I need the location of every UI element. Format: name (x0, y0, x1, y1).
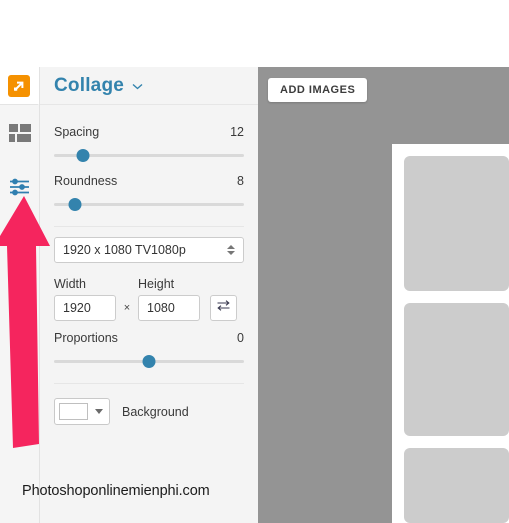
panel-header[interactable]: Collage (40, 67, 258, 105)
app-logo[interactable] (0, 67, 39, 105)
image-cell[interactable] (404, 448, 509, 523)
red-up-arrow-annotation (0, 196, 56, 448)
canvas-area[interactable]: ADD IMAGES (258, 67, 509, 523)
roundness-slider-track (54, 203, 244, 206)
caret-down-icon[interactable] (95, 409, 103, 414)
sidebar-item-layouts[interactable] (0, 113, 39, 153)
background-label: Background (122, 404, 189, 419)
divider-2 (54, 383, 244, 384)
divider (54, 226, 244, 227)
roundness-slider-thumb[interactable] (68, 198, 82, 211)
chevron-down-icon[interactable] (132, 79, 143, 92)
top-blank-area (0, 0, 509, 67)
image-cell[interactable] (404, 303, 509, 436)
dimension-labels: Width Height (54, 277, 244, 291)
spinner-arrows-icon[interactable] (227, 245, 235, 255)
spacing-row: Spacing 12 (54, 125, 244, 139)
width-label: Width (54, 277, 86, 291)
watermark-text: Photoshoponlinemienphi.com (22, 483, 210, 499)
roundness-value: 8 (237, 174, 244, 188)
times-symbol: × (123, 302, 131, 314)
color-swatch (59, 403, 88, 420)
spacing-slider-thumb[interactable] (76, 149, 89, 162)
background-row: Background (54, 398, 244, 425)
spacing-slider[interactable] (54, 146, 244, 164)
sliders-icon (9, 178, 31, 196)
proportions-value: 0 (237, 331, 244, 345)
proportions-label: Proportions (54, 331, 118, 345)
roundness-label: Roundness (54, 174, 118, 188)
background-color-button[interactable] (54, 398, 110, 425)
roundness-row: Roundness 8 (54, 174, 244, 188)
width-input[interactable]: 1920 (54, 295, 116, 321)
app-root: Collage Spacing 12 Roundness 8 1920 x 10… (0, 0, 509, 523)
page-title: Collage (54, 74, 125, 96)
dimension-row: 1920 × 1080 (54, 295, 244, 321)
add-images-button[interactable]: ADD IMAGES (268, 78, 368, 102)
settings-panel: Collage Spacing 12 Roundness 8 1920 x 10… (40, 67, 258, 523)
proportions-row: Proportions 0 (54, 331, 244, 345)
grid-layout-icon (8, 124, 31, 142)
image-cell[interactable] (404, 156, 509, 291)
orange-arrow-logo-icon (8, 74, 30, 97)
height-label: Height (138, 277, 175, 291)
roundness-slider[interactable] (54, 195, 244, 213)
collage-sheet[interactable] (392, 144, 509, 523)
panel-body: Spacing 12 Roundness 8 1920 x 1080 TV108… (40, 105, 258, 425)
proportions-slider[interactable] (54, 352, 244, 370)
swap-arrows-icon (216, 299, 231, 317)
height-input[interactable]: 1080 (138, 295, 200, 321)
proportions-slider-thumb[interactable] (142, 355, 156, 368)
swap-dimensions-button[interactable] (210, 295, 237, 321)
size-preset-select[interactable]: 1920 x 1080 TV1080p (54, 237, 244, 263)
spacing-label: Spacing (54, 125, 100, 139)
size-preset-value: 1920 x 1080 TV1080p (63, 243, 186, 257)
spacing-value: 12 (230, 125, 244, 139)
